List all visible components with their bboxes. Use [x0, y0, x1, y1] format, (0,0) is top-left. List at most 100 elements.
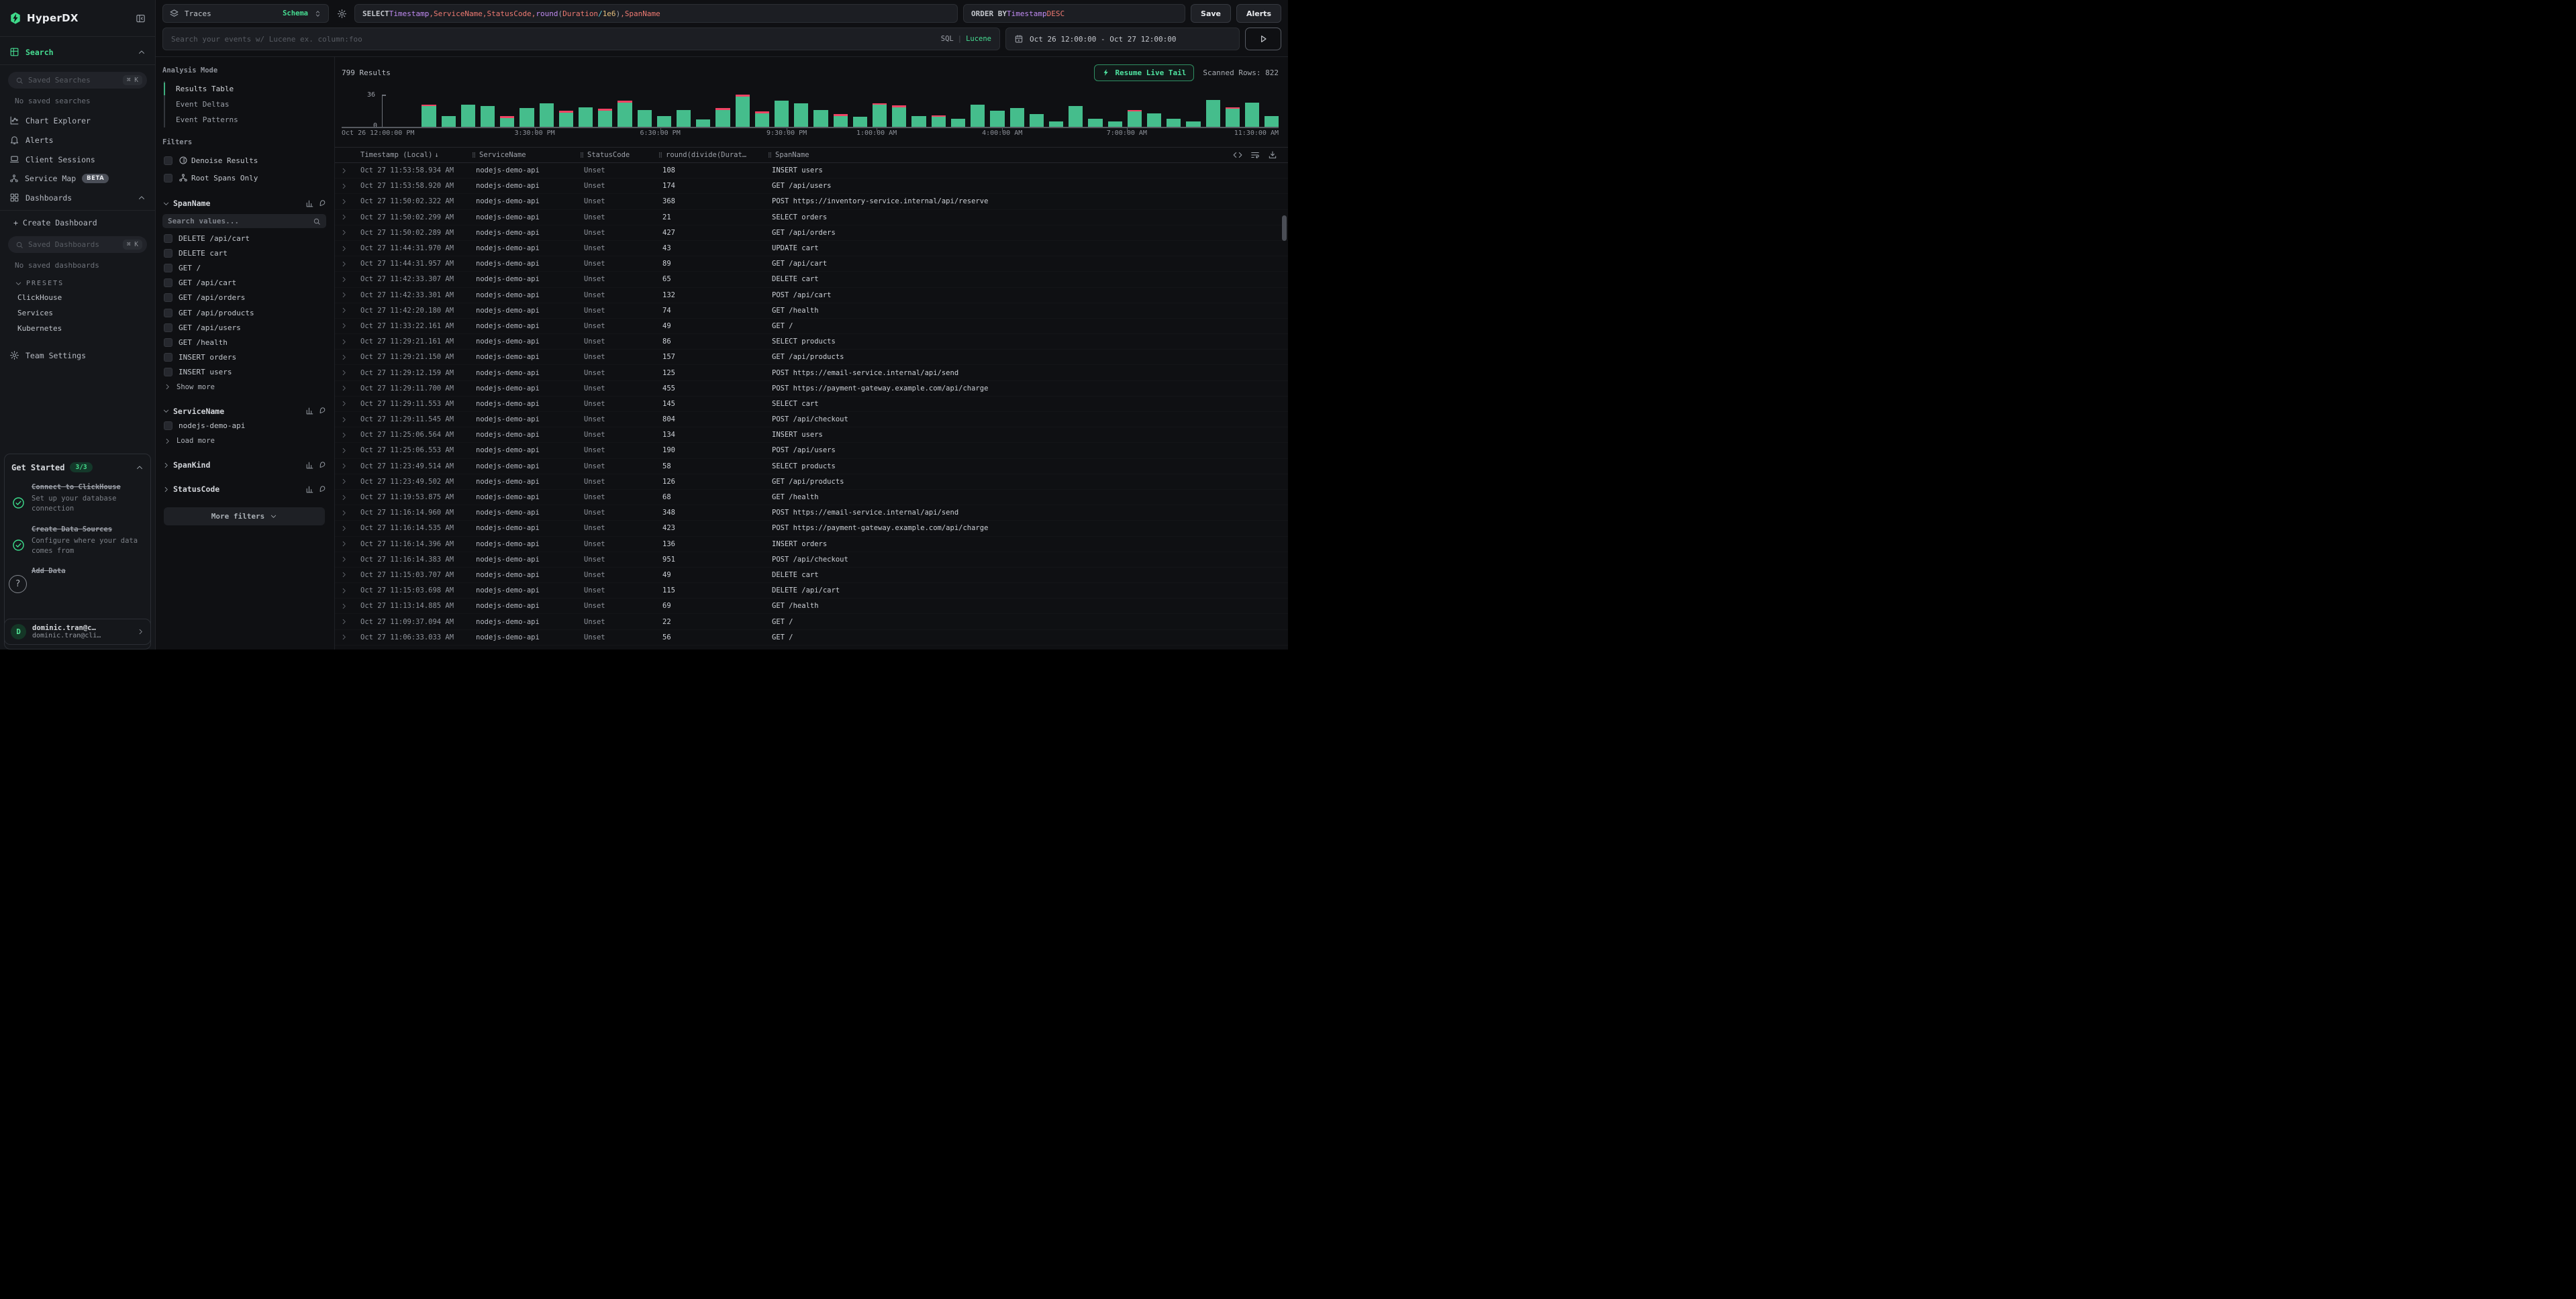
- event-search-input[interactable]: [171, 35, 934, 44]
- checkbox[interactable]: [164, 353, 172, 362]
- table-row[interactable]: Oct 27 11:29:21.161 AMnodejs-demo-apiUns…: [335, 334, 1288, 350]
- root-spans-only-toggle[interactable]: Root Spans Only: [162, 169, 326, 187]
- checkbox[interactable]: [164, 234, 172, 243]
- table-row[interactable]: Oct 27 11:42:20.180 AMnodejs-demo-apiUns…: [335, 303, 1288, 319]
- table-row[interactable]: Oct 27 11:33:22.161 AMnodejs-demo-apiUns…: [335, 319, 1288, 334]
- histogram-bar[interactable]: [1206, 95, 1220, 127]
- denoise-results-toggle[interactable]: Denoise Results: [162, 152, 326, 169]
- results-scrollbar[interactable]: [1282, 206, 1287, 647]
- histogram-bar[interactable]: [657, 95, 671, 127]
- drag-grip-icon[interactable]: [579, 151, 585, 159]
- histogram-bar[interactable]: [834, 95, 848, 127]
- histogram-bar[interactable]: [442, 95, 456, 127]
- row-expand-chevron-icon[interactable]: [335, 478, 352, 485]
- checkbox[interactable]: [164, 421, 172, 430]
- filter-value-row[interactable]: INSERT users: [162, 365, 326, 380]
- filter-group-spanname[interactable]: SpanName: [162, 196, 326, 211]
- help-button[interactable]: ?: [9, 575, 27, 593]
- lucene-toggle[interactable]: Lucene: [966, 35, 991, 43]
- source-select[interactable]: Traces Schema: [162, 4, 329, 23]
- sidebar-item-client-sessions[interactable]: Client Sessions: [0, 150, 155, 169]
- histogram-bar[interactable]: [500, 95, 514, 127]
- table-row[interactable]: Oct 27 11:53:58.934 AMnodejs-demo-apiUns…: [335, 163, 1288, 178]
- row-expand-chevron-icon[interactable]: [335, 322, 352, 329]
- table-row[interactable]: Oct 27 11:13:14.885 AMnodejs-demo-apiUns…: [335, 599, 1288, 614]
- checkbox[interactable]: [164, 278, 172, 287]
- histogram-bar[interactable]: [1088, 95, 1102, 127]
- download-icon[interactable]: [1268, 150, 1277, 160]
- histogram-bar[interactable]: [638, 95, 652, 127]
- spanname-value-search[interactable]: [162, 214, 326, 228]
- saved-dashboards-input[interactable]: [28, 240, 118, 249]
- histogram-bar[interactable]: [1030, 95, 1044, 127]
- chevron-up-icon[interactable]: [138, 48, 146, 56]
- sql-toggle[interactable]: SQL: [941, 35, 954, 43]
- checkbox[interactable]: [164, 309, 172, 317]
- chevron-up-icon[interactable]: [136, 464, 144, 472]
- histogram-bar[interactable]: [481, 95, 495, 127]
- filter-value-row[interactable]: GET /api/products: [162, 305, 326, 320]
- histogram-bar[interactable]: [1108, 95, 1122, 127]
- saved-searches-search[interactable]: ⌘ K: [8, 72, 147, 89]
- chart-values-icon[interactable]: [305, 199, 314, 208]
- checkbox[interactable]: [164, 249, 172, 258]
- histogram-bar[interactable]: [519, 95, 534, 127]
- column-timestamp[interactable]: Timestamp (Local) ↓: [352, 151, 468, 159]
- saved-dashboards-search[interactable]: ⌘ K: [8, 236, 147, 253]
- mode-event-deltas[interactable]: Event Deltas: [165, 97, 326, 112]
- row-expand-chevron-icon[interactable]: [335, 384, 352, 392]
- histogram-bar[interactable]: [794, 95, 808, 127]
- checkbox[interactable]: [164, 156, 172, 165]
- select-clause-input[interactable]: SELECT Timestamp,ServiceName,StatusCode,…: [354, 4, 958, 23]
- histogram-bar[interactable]: [853, 95, 867, 127]
- table-row[interactable]: Oct 27 11:23:49.502 AMnodejs-demo-apiUns…: [335, 474, 1288, 490]
- sidebar-item-dashboards[interactable]: Dashboards: [0, 188, 155, 207]
- presets-toggle[interactable]: PRESETS: [0, 275, 155, 290]
- histogram-bar[interactable]: [951, 95, 965, 127]
- filter-value-row[interactable]: nodejs-demo-api: [162, 419, 326, 433]
- row-expand-chevron-icon[interactable]: [335, 462, 352, 470]
- filter-value-row[interactable]: INSERT orders: [162, 350, 326, 365]
- sidebar-item-search[interactable]: Search: [0, 42, 155, 62]
- filter-group-spankind[interactable]: SpanKind: [162, 458, 326, 472]
- histogram-bar[interactable]: [1128, 95, 1142, 127]
- table-row[interactable]: Oct 27 11:16:14.535 AMnodejs-demo-apiUns…: [335, 521, 1288, 536]
- column-duration[interactable]: round(divide(Durat…: [654, 151, 764, 159]
- histogram-bar[interactable]: [1226, 95, 1240, 127]
- table-row[interactable]: Oct 27 11:29:11.700 AMnodejs-demo-apiUns…: [335, 381, 1288, 397]
- event-search-bar[interactable]: SQL | Lucene: [162, 28, 1000, 50]
- scrollbar-thumb[interactable]: [1282, 215, 1287, 241]
- checkbox[interactable]: [164, 293, 172, 302]
- histogram-bar[interactable]: [461, 95, 475, 127]
- spanname-show-more[interactable]: Show more: [162, 380, 326, 395]
- filter-group-statuscode[interactable]: StatusCode: [162, 482, 326, 497]
- histogram-bar[interactable]: [598, 95, 612, 127]
- saved-searches-input[interactable]: [28, 76, 118, 85]
- row-expand-chevron-icon[interactable]: [335, 198, 352, 205]
- filter-value-row[interactable]: GET /: [162, 260, 326, 275]
- histogram-bar[interactable]: [1147, 95, 1161, 127]
- filter-value-row[interactable]: GET /api/cart: [162, 276, 326, 291]
- table-row[interactable]: Oct 27 11:15:03.707 AMnodejs-demo-apiUns…: [335, 568, 1288, 583]
- preset-services[interactable]: Services: [0, 305, 155, 321]
- sidebar-item-service-map[interactable]: Service Map BETA: [0, 169, 155, 188]
- chart-values-icon[interactable]: [305, 407, 314, 415]
- table-row[interactable]: Oct 27 11:53:58.920 AMnodejs-demo-apiUns…: [335, 178, 1288, 194]
- column-spanname[interactable]: SpanName: [764, 151, 1288, 159]
- histogram-bar[interactable]: [755, 95, 769, 127]
- filter-value-row[interactable]: GET /health: [162, 335, 326, 350]
- filter-value-row[interactable]: DELETE cart: [162, 246, 326, 260]
- view-source-icon[interactable]: [1233, 150, 1242, 160]
- mode-event-patterns[interactable]: Event Patterns: [165, 112, 326, 127]
- drag-grip-icon[interactable]: [766, 151, 773, 159]
- table-row[interactable]: Oct 27 11:44:31.970 AMnodejs-demo-apiUns…: [335, 241, 1288, 256]
- row-expand-chevron-icon[interactable]: [335, 338, 352, 346]
- preset-clickhouse[interactable]: ClickHouse: [0, 290, 155, 305]
- row-expand-chevron-icon[interactable]: [335, 167, 352, 174]
- checkbox[interactable]: [164, 174, 172, 183]
- source-settings-gear-icon[interactable]: [334, 4, 349, 23]
- row-expand-chevron-icon[interactable]: [335, 633, 352, 641]
- histogram-bar[interactable]: [579, 95, 593, 127]
- histogram-bar[interactable]: [559, 95, 573, 127]
- pin-icon[interactable]: [317, 199, 326, 208]
